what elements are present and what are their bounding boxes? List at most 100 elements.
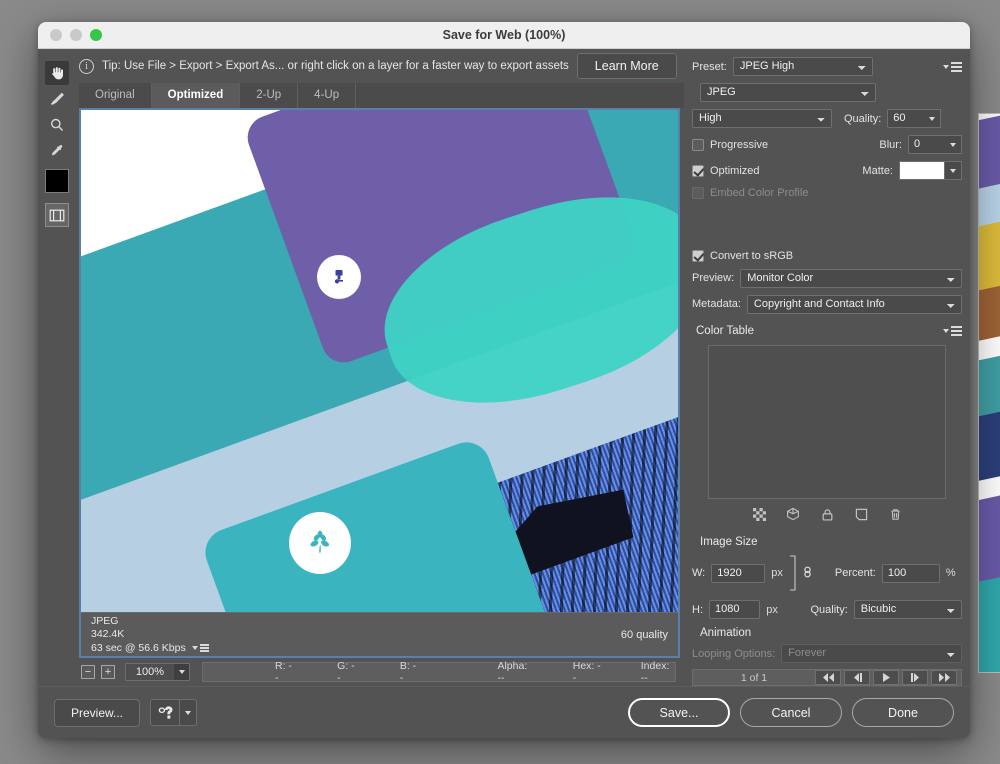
preview-color-select[interactable]: Monitor Color — [740, 268, 962, 288]
map-to-transparent-icon[interactable] — [751, 506, 767, 522]
first-frame-icon[interactable] — [815, 670, 841, 685]
percent-input[interactable]: 100 — [881, 563, 940, 583]
lock-color-icon[interactable] — [819, 506, 835, 522]
hand-tool[interactable] — [44, 61, 69, 85]
matte-color-swatch[interactable] — [899, 161, 945, 180]
metadata-value: Copyright and Contact Info — [753, 297, 885, 310]
minimize-button[interactable] — [70, 29, 82, 41]
metadata-label: Metadata: — [692, 298, 741, 311]
window-titlebar: Save for Web (100%) — [38, 22, 970, 49]
dialog-footer: Preview... Save... Cancel Done — [38, 686, 970, 738]
browser-preview-icon[interactable] — [150, 699, 181, 726]
metadata-select[interactable]: Copyright and Contact Info — [746, 294, 962, 314]
tip-bar: i Tip: Use File > Export > Export As... … — [75, 49, 684, 83]
embed-color-profile-checkbox — [692, 187, 704, 199]
zoom-tool[interactable] — [45, 113, 69, 137]
matte-field[interactable] — [899, 161, 962, 180]
compression-quality-select[interactable]: High — [692, 109, 832, 128]
looping-options-label: Looping Options: — [692, 647, 776, 660]
toggle-slices-visibility[interactable] — [44, 203, 69, 227]
chain-link-icon[interactable] — [802, 562, 813, 585]
optimized-preview-pane[interactable]: JPEG 342.4K 63 sec @ 56.6 Kbps 60 qualit… — [79, 108, 680, 658]
preview-color-value: Monitor Color — [747, 271, 814, 284]
foreground-color-swatch[interactable] — [44, 169, 69, 193]
tab-optimized[interactable]: Optimized — [151, 83, 241, 108]
preview-button[interactable]: Preview... — [54, 698, 141, 727]
readout-alpha-label: Alpha: — [497, 660, 528, 672]
optimized-file-info: JPEG 342.4K 63 sec @ 56.6 Kbps 60 qualit… — [81, 612, 678, 656]
new-color-icon[interactable] — [853, 506, 869, 522]
image-size-title: Image Size — [700, 536, 758, 548]
preview-label: Preview: — [692, 272, 735, 285]
matte-dropdown-icon[interactable] — [945, 161, 962, 180]
cancel-button[interactable]: Cancel — [740, 698, 842, 727]
learn-more-button[interactable]: Learn More — [576, 53, 677, 79]
blur-stepper-icon[interactable] — [945, 135, 962, 154]
tab-original[interactable]: Original — [79, 83, 152, 108]
save-button[interactable]: Save... — [628, 698, 730, 727]
optimized-checkbox-row[interactable]: Optimized — [692, 164, 760, 177]
height-resample-row: H: 1080 px Quality: Bicubic — [692, 600, 962, 619]
info-filesize: 342.4K — [91, 628, 125, 641]
preset-value: JPEG High — [739, 60, 795, 72]
optimized-checkbox[interactable] — [692, 164, 704, 177]
zoom-out-button[interactable]: − — [81, 665, 95, 679]
file-format-select[interactable]: JPEG — [700, 83, 876, 102]
tools-panel — [38, 49, 75, 686]
height-input[interactable]: 1080 — [709, 600, 761, 619]
zoom-dropdown-icon[interactable] — [174, 664, 189, 680]
preview-flyout-menu-icon[interactable] — [191, 644, 209, 652]
play-icon[interactable] — [873, 670, 899, 685]
shift-to-web-icon[interactable] — [785, 506, 801, 522]
progressive-checkbox[interactable] — [692, 138, 704, 151]
readout-hex-label: Hex: — [572, 660, 595, 672]
convert-to-srgb-checkbox[interactable] — [692, 249, 704, 262]
plant-leaf-badge-icon — [289, 512, 351, 574]
compression-quality-value: High — [699, 112, 722, 124]
preset-select[interactable]: JPEG High — [732, 57, 873, 76]
height-label: H: — [692, 603, 703, 616]
preset-label: Preset: — [692, 60, 727, 73]
tab-2up[interactable]: 2-Up — [240, 83, 299, 108]
progressive-blur-row: Progressive Blur: 0 — [692, 135, 962, 154]
eyedropper-tool[interactable] — [45, 139, 69, 163]
color-table-header: Color Table — [692, 321, 962, 342]
zoom-level-field[interactable]: 100% — [125, 663, 190, 681]
done-button[interactable]: Done — [852, 698, 954, 727]
settings-flyout-menu-icon[interactable] — [943, 61, 962, 72]
previous-frame-icon[interactable] — [844, 670, 870, 685]
readout-alpha-value: -- — [497, 672, 505, 684]
readout-b-label: B: — [399, 660, 410, 672]
preview-tabs: Original Optimized 2-Up 4-Up — [75, 83, 684, 108]
browser-preview-combo[interactable] — [150, 699, 198, 726]
blur-spin-field[interactable]: 0 — [908, 135, 962, 154]
color-table-toolbar — [692, 506, 962, 522]
convert-srgb-checkbox-row[interactable]: Convert to sRGB — [692, 249, 793, 262]
percent-label: Percent: — [834, 567, 876, 579]
close-button[interactable] — [50, 29, 62, 41]
preview-row: Preview: Monitor Color — [692, 268, 962, 288]
next-frame-icon[interactable] — [902, 670, 928, 685]
delete-color-icon[interactable] — [887, 506, 903, 522]
artwork-preview[interactable] — [81, 110, 678, 612]
quality-stepper-icon[interactable] — [924, 109, 942, 128]
browser-preview-dropdown-icon[interactable] — [180, 699, 198, 726]
background-document-thumbnail — [978, 113, 1000, 673]
progressive-checkbox-row[interactable]: Progressive — [692, 138, 768, 151]
slice-select-tool[interactable] — [45, 87, 69, 111]
zoom-button[interactable] — [90, 29, 102, 41]
width-input[interactable]: 1920 — [711, 563, 766, 583]
readout-index-value: -- — [640, 672, 648, 684]
tab-4up[interactable]: 4-Up — [298, 83, 357, 108]
zoom-in-button[interactable]: + — [101, 665, 115, 679]
quality-spin-field[interactable]: 60 — [887, 109, 942, 128]
quality-value[interactable]: 60 — [887, 109, 925, 128]
last-frame-icon[interactable] — [931, 670, 957, 685]
color-table-flyout-menu-icon[interactable] — [943, 326, 962, 337]
compression-quality-row: High Quality: 60 — [692, 109, 962, 128]
color-table-swatches[interactable] — [708, 344, 946, 499]
looping-options-select: Forever — [781, 644, 962, 663]
blur-value[interactable]: 0 — [908, 135, 945, 154]
width-percent-row: W: 1920 px Percent: 100 % — [692, 553, 962, 593]
resample-quality-select[interactable]: Bicubic — [853, 600, 962, 619]
